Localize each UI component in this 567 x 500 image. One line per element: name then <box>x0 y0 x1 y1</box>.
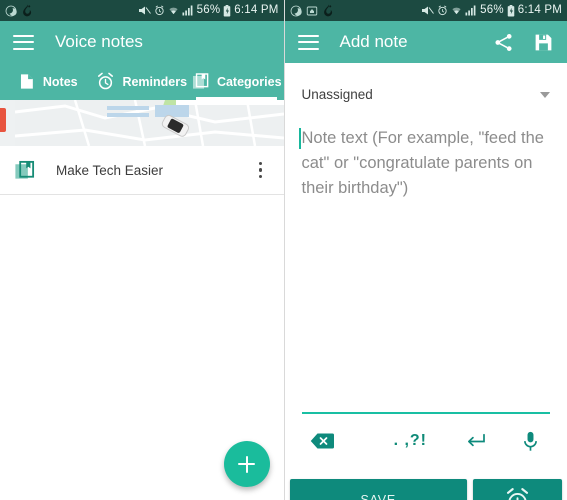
mute-icon <box>422 6 435 15</box>
app-flame-icon <box>23 4 32 17</box>
hamburger-menu-icon[interactable] <box>297 34 319 50</box>
next-card-peek <box>175 100 284 105</box>
overflow-menu-icon[interactable] <box>252 162 270 178</box>
add-alarm-icon <box>506 487 529 500</box>
signal-icon <box>465 5 476 16</box>
books-icon <box>15 160 35 179</box>
tab-reminders[interactable]: Reminders <box>95 63 190 100</box>
punctuation-key[interactable]: . ,?! <box>394 432 427 450</box>
right-battery-percent: 56% <box>480 3 504 16</box>
category-spinner-value: Unassigned <box>301 87 373 102</box>
wifi-icon <box>452 7 461 15</box>
dnd-moon-icon <box>5 5 17 16</box>
left-phone-screen: 56% 6:14 PM Voice notes Notes Reminders … <box>0 0 284 500</box>
battery-icon <box>223 4 231 16</box>
backspace-icon[interactable] <box>310 432 334 450</box>
text-cursor <box>298 128 301 149</box>
app-bar-actions <box>493 32 554 53</box>
save-button[interactable]: SAVE <box>289 479 467 500</box>
mute-icon <box>138 6 151 15</box>
map-card-color-tab <box>0 108 6 132</box>
signal-icon <box>182 5 193 16</box>
right-phone-screen: 56% 6:14 PM Add note Unassigned Note tex… <box>284 0 567 500</box>
map-with-car-icon <box>14 100 284 146</box>
note-page-icon <box>20 74 33 89</box>
share-icon[interactable] <box>493 32 514 53</box>
tab-bar: Notes Reminders Categories <box>0 63 284 100</box>
floppy-save-icon[interactable] <box>533 32 554 53</box>
page-title: Voice notes <box>55 32 143 51</box>
books-icon <box>192 73 209 89</box>
alarm-icon <box>438 5 447 16</box>
right-status-notification-icons <box>290 4 333 17</box>
list-item[interactable]: Make Tech Easier <box>0 146 284 194</box>
hamburger-menu-icon[interactable] <box>13 34 34 50</box>
left-clock: 6:14 PM <box>234 3 279 16</box>
page-title: Add note <box>339 32 408 51</box>
keyboard-toolbar: . ,?! <box>285 420 567 462</box>
note-text-input[interactable]: Note text (For example, "feed the cat" o… <box>298 126 551 201</box>
right-app-bar: Add note <box>284 21 567 63</box>
left-status-notification-icons <box>5 4 32 17</box>
bottom-action-bar: SAVE <box>285 479 567 500</box>
tab-reminders-label: Reminders <box>122 74 188 89</box>
right-content-area: Unassigned Note text (For example, "feed… <box>284 87 567 500</box>
map-preview-card[interactable] <box>0 100 284 146</box>
plus-icon <box>238 455 255 473</box>
alarm-clock-icon <box>98 72 114 90</box>
left-status-system-icons: 56% 6:14 PM <box>138 3 279 17</box>
list-divider <box>0 194 284 195</box>
app-flame-icon <box>323 4 332 17</box>
tab-categories[interactable]: Categories <box>189 63 284 100</box>
note-input-placeholder: Note text (For example, "feed the cat" o… <box>301 129 549 197</box>
tab-categories-label: Categories <box>216 74 282 89</box>
category-spinner[interactable]: Unassigned <box>301 87 550 102</box>
add-note-fab[interactable] <box>223 441 270 487</box>
dnd-moon-icon <box>290 5 302 16</box>
left-app-bar: Voice notes <box>0 21 284 63</box>
right-status-system-icons: 56% 6:14 PM <box>421 3 562 17</box>
enter-return-icon[interactable] <box>465 433 486 450</box>
list-item-icon <box>13 159 39 182</box>
left-status-bar: 56% 6:14 PM <box>0 0 284 21</box>
screenshot-icon <box>306 6 317 15</box>
microphone-icon[interactable] <box>522 431 539 452</box>
alarm-icon <box>155 5 164 16</box>
add-alarm-button[interactable] <box>473 479 562 500</box>
battery-icon <box>507 4 515 16</box>
wifi-icon <box>169 7 178 15</box>
input-underline <box>301 412 550 414</box>
map-graphic <box>14 100 284 146</box>
tab-notes[interactable]: Notes <box>0 63 95 100</box>
right-clock: 6:14 PM <box>517 3 562 16</box>
tab-notes-label: Notes <box>42 74 78 89</box>
left-battery-percent: 56% <box>196 3 221 16</box>
list-item-title: Make Tech Easier <box>56 162 164 178</box>
right-status-bar: 56% 6:14 PM <box>284 0 567 21</box>
dual-screenshot-container: 56% 6:14 PM Voice notes Notes Reminders … <box>0 0 567 500</box>
chevron-down-icon <box>540 91 550 98</box>
left-content-area: Make Tech Easier <box>0 100 284 500</box>
